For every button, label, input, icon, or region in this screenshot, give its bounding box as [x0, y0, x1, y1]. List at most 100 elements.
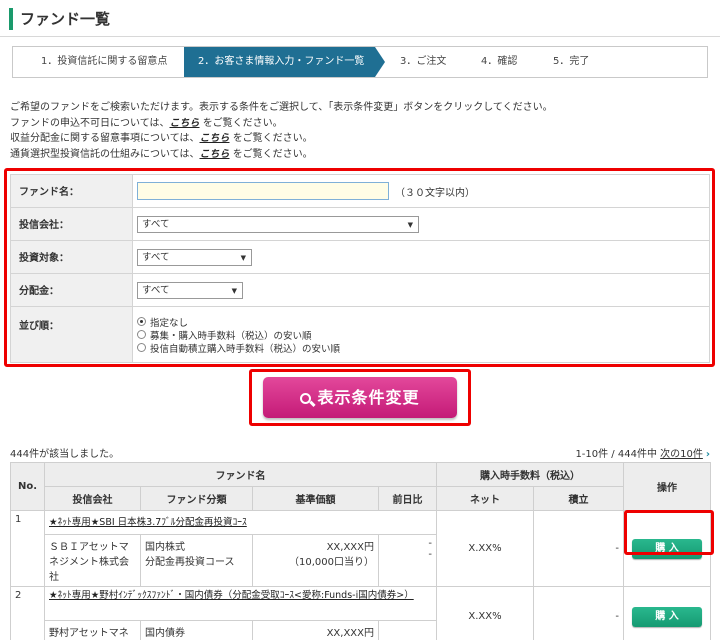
step-4: 4．確認	[481, 56, 518, 67]
sort-option-none[interactable]: 指定なし	[137, 315, 705, 329]
search-form: ファンド名： （３０文字以内） 投信会社： すべて ▼ 投資対象： すべて ▼ 分配…	[10, 174, 710, 363]
tsumitate-fee: -	[533, 510, 624, 587]
fund-name-cell: ★ﾈｯﾄ専用★野村ｲﾝﾃﾞｯｸｽﾌｧﾝﾄﾞ・国内債券（分配金受取ｺｰｽ<愛称:F…	[44, 586, 437, 621]
step-3: 3．ご注文	[400, 56, 447, 67]
sort-option-auto-fee[interactable]: 投信自動積立購入時手数料（税込）の安い順	[137, 341, 705, 355]
target-cell: すべて ▼	[132, 240, 710, 274]
sort-label: 並び順：	[10, 306, 133, 363]
next-page-link[interactable]: 次の10件	[660, 449, 703, 460]
intro-line-4: 通貨選択型投資信託の仕組みについては、こちら をご覧ください。	[10, 147, 553, 163]
company-label: 投信会社：	[10, 207, 133, 241]
intro-line-1: ご希望のファンドをご検索いただけます。表示する条件をご選択して、「表示条件変更」…	[10, 102, 553, 113]
closed-days-link[interactable]: こちら	[170, 118, 200, 129]
currency-fund-link[interactable]: こちら	[200, 149, 230, 160]
fund-name-link[interactable]: ★ﾈｯﾄ専用★SBI 日本株3.7ﾌﾞﾙ分配金再投資ｺｰｽ	[49, 517, 247, 528]
row-number: 1	[10, 510, 45, 587]
category-cell: 国内株式分配金再投資コース	[140, 534, 253, 587]
buy-button[interactable]: 購 入	[632, 606, 702, 627]
change-cell	[378, 620, 437, 640]
title-divider	[0, 36, 720, 37]
fund-name-label: ファンド名：	[10, 174, 133, 208]
dividend-select-value: すべて	[142, 284, 170, 296]
category-cell: 国内債券	[140, 620, 253, 640]
chevron-right-icon[interactable]: ›	[706, 449, 710, 460]
chevron-down-icon: ▼	[240, 253, 246, 262]
target-select[interactable]: すべて ▼	[137, 248, 252, 266]
intro-line-2-post: をご覧ください。	[202, 117, 283, 129]
fund-name-input[interactable]	[137, 182, 389, 200]
fund-table: No. ファンド名 購入時手数料（税込） 操作 投信会社 ファンド分類 基準価額…	[10, 462, 711, 640]
intro-line-4-post: をご覧ください。	[232, 148, 313, 160]
net-fee: X.XX%	[436, 586, 534, 640]
price-value: XX,XXX円	[326, 542, 374, 553]
tsumitate-fee: -	[533, 586, 624, 640]
col-action: 操作	[623, 462, 711, 511]
step-1: 1．投資信託に関する留意点	[41, 56, 168, 67]
dividend-select[interactable]: すべて ▼	[137, 281, 243, 299]
action-cell: 購 入	[623, 586, 711, 640]
category-sub: 分配金再投資コース	[145, 557, 235, 568]
category-main: 国内株式	[145, 542, 185, 553]
company-cell: すべて ▼	[132, 207, 710, 241]
target-select-value: すべて	[142, 251, 170, 263]
change-value-2: -	[428, 549, 432, 560]
dividend-notes-link[interactable]: こちら	[200, 133, 230, 144]
company-name: 野村アセットマネ	[44, 620, 141, 640]
col-net: ネット	[436, 486, 534, 511]
col-fund-name: ファンド名	[44, 462, 437, 487]
result-range: 1-10件 / 444件中	[575, 449, 657, 460]
company-select[interactable]: すべて ▼	[137, 215, 419, 233]
page-title: ファンド一覧	[9, 8, 110, 30]
col-tsumitate: 積立	[533, 486, 624, 511]
progress-steps: 1．投資信託に関する留意点 2．お客さま情報入力・ファンド一覧 3．ご注文 4．…	[12, 46, 708, 78]
col-no: No.	[10, 462, 45, 511]
price-cell: XX,XXX円 （10,000口当り）	[252, 534, 379, 587]
radio-icon[interactable]	[137, 343, 146, 352]
fund-name-hint: （３０文字以内）	[395, 187, 475, 199]
radio-selected-icon[interactable]	[137, 317, 146, 326]
dividend-cell: すべて ▼	[132, 273, 710, 307]
result-count: 444件が該当しました。	[10, 449, 120, 460]
search-icon	[300, 393, 312, 404]
sort-option-label: 投信自動積立購入時手数料（税込）の安い順	[150, 343, 341, 355]
col-price: 基準価額	[252, 486, 379, 511]
change-conditions-button[interactable]: 表示条件変更	[263, 377, 457, 418]
table-row: 1 ★ﾈｯﾄ専用★SBI 日本株3.7ﾌﾞﾙ分配金再投資ｺｰｽ X.XX% - …	[10, 510, 711, 587]
intro-line-2-text: ファンドの申込不可日については、	[10, 117, 170, 129]
sort-option-fee[interactable]: 募集・購入時手数料（税込）の安い順	[137, 328, 705, 342]
change-value: -	[428, 538, 432, 549]
table-row: 2 ★ﾈｯﾄ専用★野村ｲﾝﾃﾞｯｸｽﾌｧﾝﾄﾞ・国内債券（分配金受取ｺｰｽ<愛称…	[10, 586, 711, 640]
radio-icon[interactable]	[137, 330, 146, 339]
intro-line-3-post: をご覧ください。	[232, 133, 313, 144]
chevron-down-icon: ▼	[407, 220, 413, 229]
sort-option-label: 指定なし	[150, 317, 189, 329]
buy-highlight	[624, 510, 714, 555]
col-company: 投信会社	[44, 486, 141, 511]
price-cell: XX,XXX円	[252, 620, 379, 640]
col-change: 前日比	[378, 486, 437, 511]
company-name: ＳＢＩアセットマネジメント株式会社	[44, 534, 141, 587]
col-category: ファンド分類	[140, 486, 253, 511]
target-label: 投資対象：	[10, 240, 133, 274]
fund-name-link[interactable]: ★ﾈｯﾄ専用★野村ｲﾝﾃﾞｯｸｽﾌｧﾝﾄﾞ・国内債券（分配金受取ｺｰｽ<愛称:F…	[49, 590, 414, 601]
change-cell: --	[378, 534, 437, 587]
change-conditions-label: 表示条件変更	[317, 388, 420, 407]
sort-cell: 指定なし 募集・購入時手数料（税込）の安い順 投信自動積立購入時手数料（税込）の…	[132, 306, 710, 363]
dividend-label: 分配金：	[10, 273, 133, 307]
row-number: 2	[10, 586, 45, 640]
chevron-down-icon: ▼	[231, 286, 237, 295]
company-select-value: すべて	[142, 218, 170, 230]
fund-name-cell: （３０文字以内）	[132, 174, 710, 208]
price-unit: （10,000口当り）	[289, 557, 374, 568]
intro-line-2: ファンドの申込不可日については、こちら をご覧ください。	[10, 116, 553, 132]
intro-line-3-text: 収益分配金に関する留意事項については、	[10, 133, 200, 144]
intro-line-3: 収益分配金に関する留意事項については、こちら をご覧ください。	[10, 131, 553, 147]
intro-text: ご希望のファンドをご検索いただけます。表示する条件をご選択して、「表示条件変更」…	[10, 100, 553, 162]
step-5: 5．完了	[553, 56, 590, 67]
pager: 1-10件 / 444件中 次の10件 ›	[575, 445, 710, 460]
page-title-text: ファンド一覧	[20, 10, 111, 28]
net-fee: X.XX%	[436, 510, 534, 587]
step-2-current: 2．お客さま情報入力・ファンド一覧	[184, 47, 385, 77]
col-fee: 購入時手数料（税込）	[436, 462, 624, 487]
sort-option-label: 募集・購入時手数料（税込）の安い順	[150, 330, 312, 342]
